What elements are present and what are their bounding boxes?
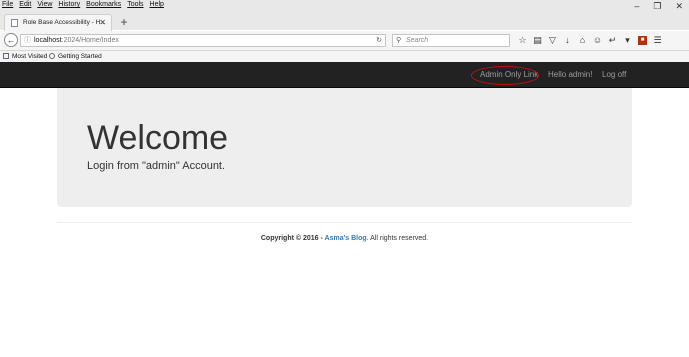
window-controls: – ❐ ✕ [634,0,683,12]
reload-icon[interactable]: ↻ [376,35,382,46]
pocket-icon[interactable]: ▽ [545,34,560,47]
footer: Copyright © 2016 - Asma's Blog. All righ… [0,233,689,245]
minimize-icon[interactable]: – [634,0,639,12]
close-window-icon[interactable]: ✕ [675,0,683,12]
browser-menu-bar: File Edit View History Bookmarks Tools H… [2,0,164,10]
home-icon[interactable]: ⌂ [575,34,590,47]
chat-icon[interactable]: ☺ [590,34,605,47]
bookmark-folder-icon [3,53,9,59]
menu-view[interactable]: View [37,0,52,10]
rights-text: . All rights reserved. [366,235,429,242]
browser-toolbar: ← ⓘ localhost:2024/Home/Index ↻ ⚲ Search… [0,31,689,51]
bookmark-getting-started[interactable]: Getting Started [49,51,102,62]
new-tab-icon[interactable]: + [117,14,131,30]
addon-icon[interactable]: ■ [638,36,647,45]
hamburger-menu-icon[interactable]: ☰ [650,34,665,47]
site-navbar: Admin Only Link Hello admin! Log off [0,62,689,88]
bookmarks-bar: Most Visited Getting Started [0,51,689,62]
bookmark-star-icon[interactable]: ☆ [515,34,530,47]
extension-icon[interactable]: ↵ [605,34,620,47]
dropdown-icon[interactable]: ▾ [620,34,635,47]
login-message: Login from "admin" Account. [87,160,226,172]
restore-icon[interactable]: ❐ [653,0,661,12]
info-icon[interactable]: ⓘ [24,35,31,46]
page-favicon-icon [11,19,18,27]
downloads-icon[interactable]: ↓ [560,34,575,47]
menu-edit[interactable]: Edit [19,0,31,10]
search-placeholder: Search [406,37,429,44]
menu-history[interactable]: History [58,0,80,10]
tab-close-icon[interactable]: ✕ [99,15,106,31]
back-arrow-icon[interactable]: ← [4,33,18,47]
search-icon: ⚲ [396,37,402,44]
log-off-link[interactable]: Log off [602,62,626,88]
tab-title: Role Base Accessibility - H... [23,19,106,26]
welcome-heading: Welcome [87,119,229,157]
browser-tab[interactable]: Role Base Accessibility - H... ✕ [4,14,112,31]
copyright-text: Copyright © 2016 - [260,235,325,242]
hello-admin-link[interactable]: Hello admin! [548,62,592,88]
firefox-icon [49,53,55,59]
jumbotron: Welcome Login from "admin" Account. [57,88,632,207]
blog-link[interactable]: Asma's Blog [325,235,367,242]
red-annotation-circle [471,66,539,85]
url-text: localhost:2024/Home/Index [34,37,119,44]
menu-tools[interactable]: Tools [127,0,143,10]
toolbar-icons: ☆ ▤ ▽ ↓ ⌂ ☺ ↵ ▾ ■ ☰ [515,34,665,47]
search-input[interactable]: ⚲ Search [392,34,510,47]
url-bar[interactable]: ⓘ localhost:2024/Home/Index ↻ [20,34,386,47]
menu-file[interactable]: File [2,0,13,10]
reading-list-icon[interactable]: ▤ [530,34,545,47]
menu-help[interactable]: Help [150,0,164,10]
bookmark-most-visited[interactable]: Most Visited [3,51,47,62]
browser-title-bar: File Edit View History Bookmarks Tools H… [0,0,689,31]
menu-bookmarks[interactable]: Bookmarks [86,0,121,10]
divider [57,222,632,223]
